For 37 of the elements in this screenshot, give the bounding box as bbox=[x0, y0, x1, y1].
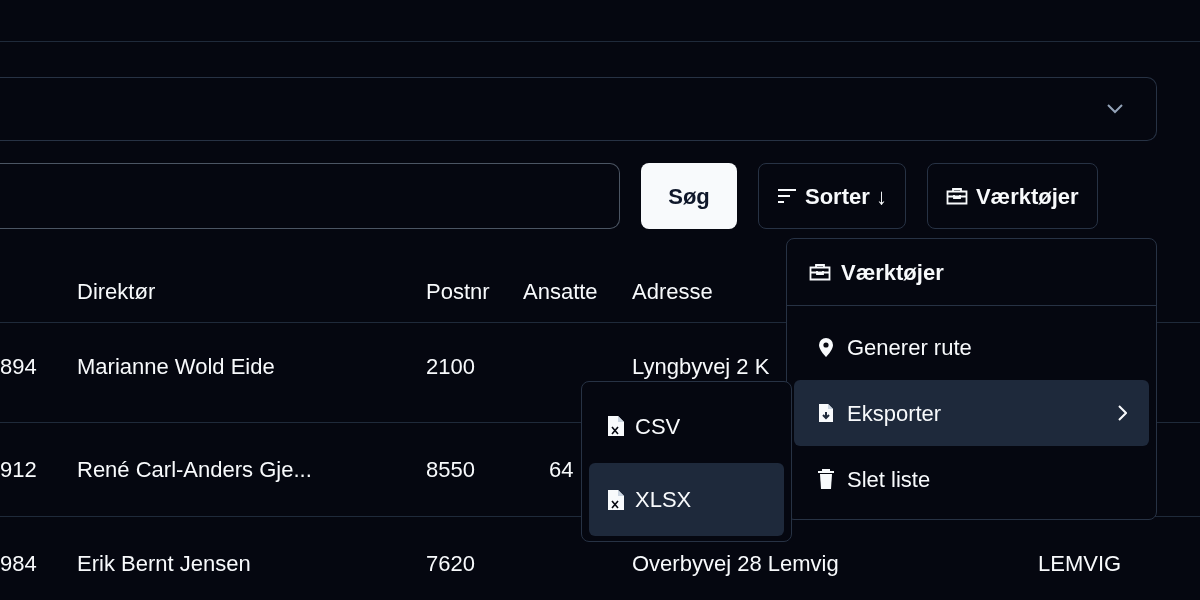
table-cell-text: Marianne Wold Eide bbox=[77, 353, 275, 381]
toolbox-icon bbox=[945, 187, 968, 205]
table-cell-text: 7620 bbox=[426, 550, 475, 578]
table-cell-text: 984 bbox=[0, 550, 37, 578]
column-header: Adresse bbox=[632, 278, 713, 306]
column-header: Postnr bbox=[426, 278, 490, 306]
table-cell-text: Erik Bernt Jensen bbox=[77, 550, 251, 578]
menu-title: Værktøjer bbox=[841, 258, 944, 287]
search-button[interactable]: Søg bbox=[641, 163, 737, 229]
table-cell-text: 894 bbox=[0, 353, 37, 381]
table-cell-text: 8550 bbox=[426, 456, 475, 484]
table-cell-text: 2100 bbox=[426, 353, 475, 381]
trash-icon bbox=[817, 468, 835, 490]
column-header: Direktør bbox=[77, 278, 156, 306]
table-cell-text: LEMVIG bbox=[1038, 550, 1122, 578]
sort-button[interactable]: Sorter ↓ bbox=[758, 163, 906, 229]
sort-icon bbox=[777, 188, 797, 204]
file-download-icon bbox=[817, 402, 835, 424]
table-cell-text: Lyngbyvej 2 K bbox=[632, 353, 770, 381]
table-cell-text: Overbyvej 28 Lemvig bbox=[632, 550, 839, 578]
menu-item[interactable]: XLSX bbox=[589, 463, 784, 536]
toolbox-icon bbox=[809, 263, 831, 281]
menu-item[interactable]: Eksporter bbox=[794, 380, 1149, 446]
column-header: Ansatte bbox=[523, 278, 598, 306]
search-field[interactable] bbox=[0, 163, 620, 229]
menu-item[interactable]: Generer rute bbox=[794, 314, 1149, 380]
tools-button[interactable]: Værktøjer bbox=[926, 163, 1098, 229]
pin-icon bbox=[817, 336, 835, 358]
table-cell-text: 912 bbox=[0, 456, 37, 484]
table-cell-text: René Carl-Anders Gje... bbox=[77, 456, 312, 484]
file-icon bbox=[607, 488, 625, 511]
menu-item[interactable]: CSV bbox=[589, 389, 784, 463]
chevron-down-icon bbox=[1107, 104, 1123, 114]
file-icon bbox=[607, 415, 625, 437]
table-cell-text: 64 bbox=[549, 456, 574, 484]
menu-item[interactable]: Slet liste bbox=[794, 446, 1149, 512]
filter-select[interactable] bbox=[0, 77, 1157, 141]
